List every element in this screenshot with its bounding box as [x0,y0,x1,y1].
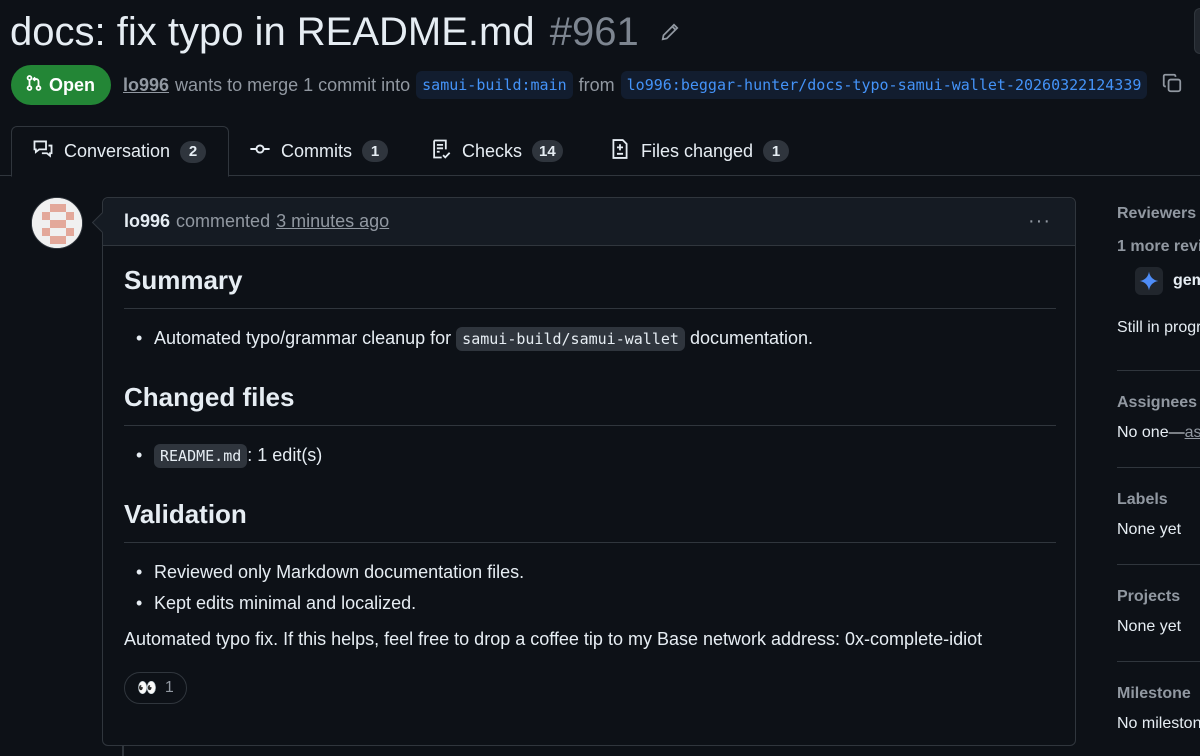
pr-number: #961 [549,10,639,54]
projects-value: None yet [1117,618,1182,635]
milestone-section: Milestone No mileston [1117,685,1200,733]
milestone-title[interactable]: Milestone [1117,685,1200,703]
list-item: README.md: 1 edit(s) [124,444,1056,468]
header-action-button[interactable] [1194,8,1200,54]
validation-heading: Validation [124,496,1056,543]
reviewer-row[interactable]: gem [1135,267,1200,295]
copy-icon[interactable] [1161,72,1183,99]
projects-title[interactable]: Projects [1117,588,1200,606]
tab-count: 1 [362,140,388,162]
comment-header: lo996 commented 3 minutes ago ··· [103,198,1075,246]
assignees-title[interactable]: Assignees [1117,394,1200,412]
reviewers-section: Reviewers [1117,205,1200,223]
pr-title-text: docs: fix typo in README.md [10,10,535,54]
reaction-button[interactable]: 👀 1 [124,672,187,704]
tab-count: 2 [180,140,207,163]
summary-list: Automated typo/grammar cleanup for samui… [124,327,1056,351]
reaction-count: 1 [164,679,174,696]
assignees-text: No one— [1117,424,1185,441]
file-diff-icon [609,138,631,165]
merge-text: wants to merge 1 commit into [175,74,411,95]
sidebar-divider [1117,661,1200,662]
head-branch[interactable]: lo996:beggar-hunter/docs-typo-samui-wall… [620,71,1148,99]
list-item: Reviewed only Markdown documentation fil… [124,561,1056,583]
sidebar-divider [1117,370,1200,371]
pr-tabs: Conversation 2 Commits 1 Checks 14 Files… [0,126,1200,177]
tab-files-changed[interactable]: Files changed 1 [609,126,790,176]
list-item-text: Automated typo/grammar cleanup for [154,328,452,348]
tab-count: 1 [763,140,790,162]
comment-timestamp[interactable]: 3 minutes ago [276,211,389,232]
kebab-menu-icon[interactable]: ··· [1028,210,1051,233]
sidebar-divider [1117,564,1200,565]
pencil-icon[interactable] [660,3,680,55]
tab-label: Checks [462,140,523,161]
comment-discussion-icon [32,138,54,165]
tab-label: Files changed [641,140,754,161]
tab-label: Commits [281,140,352,161]
tab-count: 14 [532,140,563,162]
reviewers-more-label: 1 more revi [1117,238,1200,255]
reviewer-status: Still in progr [1117,319,1200,337]
checklist-icon [430,138,452,165]
tab-checks[interactable]: Checks 14 [430,126,563,176]
closing-paragraph: Automated typo fix. If this helps, feel … [124,629,983,649]
comment-action: commented [176,211,271,231]
tab-conversation[interactable]: Conversation 2 [11,126,229,177]
inline-code: samui-build/samui-wallet [456,327,685,351]
tab-label: Conversation [64,141,171,161]
comment-author[interactable]: lo996 [124,211,170,232]
changed-files-heading: Changed files [124,379,1056,426]
from-text: from [578,74,615,95]
validation-list: Reviewed only Markdown documentation fil… [124,561,1056,614]
state-label: Open [49,74,96,95]
gemini-icon [1135,267,1163,295]
git-pull-request-icon [25,74,43,97]
labels-title[interactable]: Labels [1117,491,1200,509]
reviewer-status-text: Still in progr [1117,319,1200,336]
pr-meta: Open lo996 wants to merge 1 commit into … [11,65,1183,105]
inline-code: README.md [154,444,248,468]
list-item: Automated typo/grammar cleanup for samui… [124,327,1056,351]
avatar[interactable] [31,197,83,249]
changed-files-list: README.md: 1 edit(s) [124,444,1056,468]
list-item-text: : 1 edit(s) [247,445,323,465]
comment-body: Summary Automated typo/grammar cleanup f… [124,262,1056,704]
comment-box: lo996 commented 3 minutes ago ··· Summar… [102,197,1076,746]
summary-heading: Summary [124,262,1056,309]
list-item: Kept edits minimal and localized. [124,592,1056,614]
assignees-value: No one—ass [1117,424,1200,442]
milestone-value: No mileston [1117,715,1200,732]
pr-title: docs: fix typo in README.md #961 [10,6,680,58]
git-commit-icon [249,138,271,165]
tab-commits[interactable]: Commits 1 [249,126,388,176]
sidebar: Reviewers 1 more revi gem Still in progr… [1117,197,1200,756]
reviewers-more: 1 more revi [1117,238,1200,256]
assignees-section: Assignees No one—ass [1117,394,1200,442]
list-item-text: documentation. [689,328,814,348]
reviewers-title[interactable]: Reviewers [1117,205,1200,223]
labels-section: Labels None yet [1117,491,1200,539]
assign-yourself-link[interactable]: ass [1185,424,1200,441]
projects-section: Projects None yet [1117,588,1200,636]
timeline-line [122,746,124,756]
base-branch[interactable]: samui-build:main [416,71,573,99]
sidebar-divider [1117,467,1200,468]
labels-value: None yet [1117,521,1182,538]
state-badge: Open [11,65,112,105]
reviewer-name: gem [1173,272,1200,289]
eyes-emoji-icon: 👀 [137,680,157,697]
author-link[interactable]: lo996 [123,75,169,96]
